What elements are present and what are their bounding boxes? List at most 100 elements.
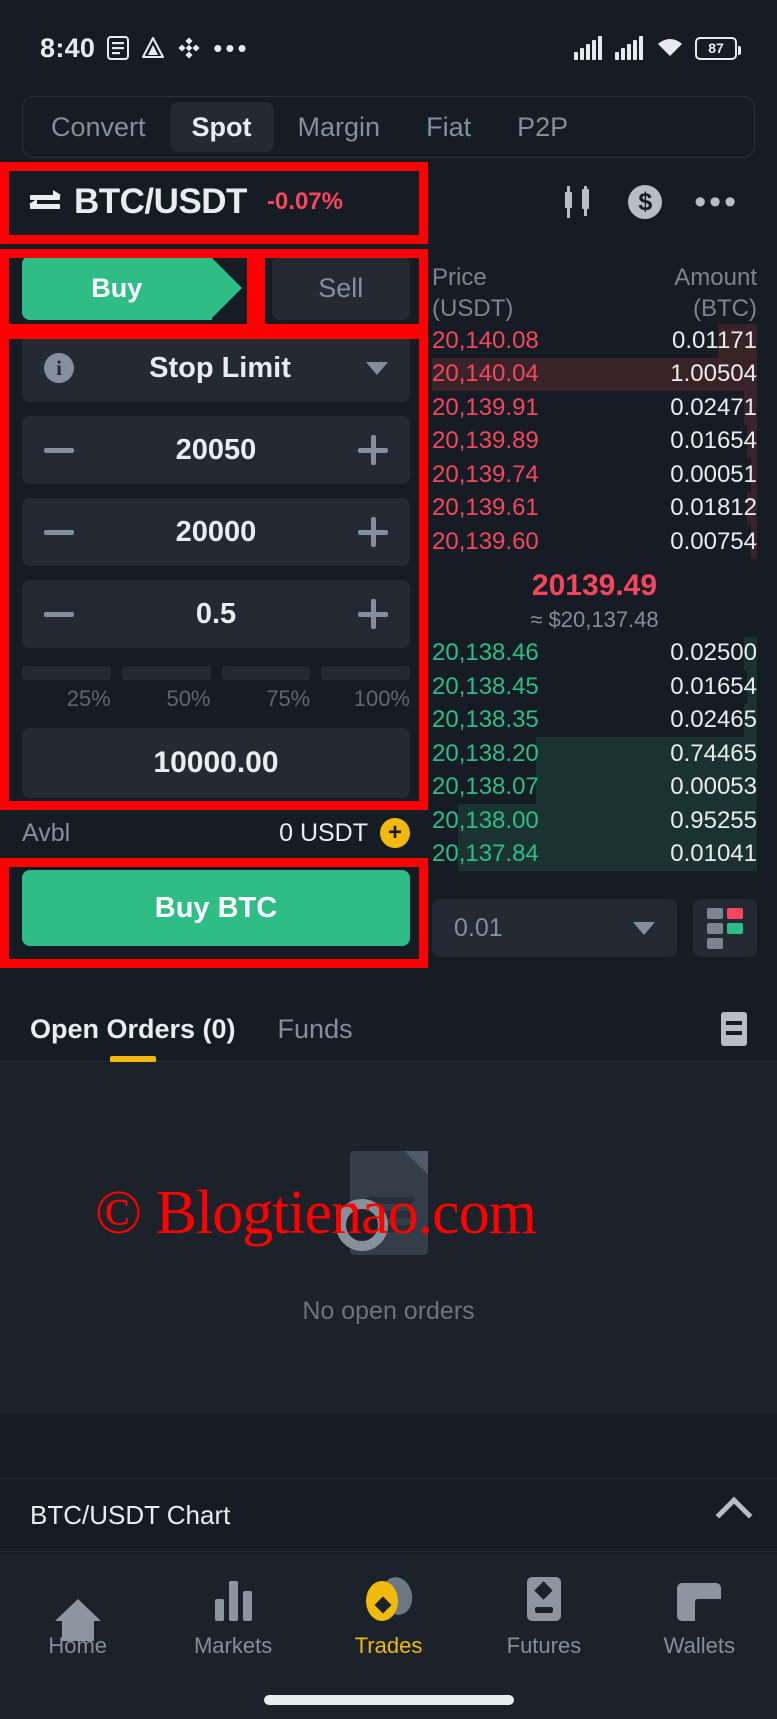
percent-option-100[interactable]: 100%	[321, 666, 410, 712]
sell-tab[interactable]: Sell	[271, 256, 410, 320]
add-funds-icon[interactable]: +	[380, 818, 410, 848]
order-book-price-header: Price (USDT)	[432, 264, 514, 322]
percent-label: 100%	[353, 686, 410, 711]
drive-icon	[141, 36, 165, 60]
tab-margin[interactable]: Margin	[276, 102, 403, 152]
amount-increment[interactable]	[358, 599, 388, 629]
percent-slider: 25% 50% 75% 100%	[22, 666, 410, 712]
tab-p2p[interactable]: P2P	[495, 102, 590, 152]
nav-markets[interactable]: Markets	[155, 1575, 310, 1659]
order-book-row[interactable]: 20,137.84 0.01041	[432, 837, 757, 871]
buy-tab[interactable]: Buy	[22, 256, 242, 320]
order-book-row[interactable]: 20,139.74 0.00051	[432, 458, 757, 492]
wifi-icon	[656, 36, 684, 60]
dollar-icon[interactable]: $	[628, 185, 663, 219]
stop-price-field[interactable]: 20050	[22, 416, 410, 484]
available-value: 0 USDT	[279, 818, 368, 847]
order-book-row[interactable]: 20,139.61 0.01812	[432, 491, 757, 525]
notes-icon	[107, 36, 130, 60]
status-overflow-dots-icon: •••	[213, 33, 250, 63]
limit-price-value[interactable]: 20000	[74, 516, 358, 549]
pair-change: -0.07%	[266, 188, 343, 215]
chart-row-label: BTC/USDT Chart	[30, 1499, 231, 1530]
stop-price-decrement[interactable]	[44, 447, 74, 453]
percent-option-75[interactable]: 75%	[221, 666, 311, 712]
limit-price-field[interactable]: 20000	[22, 498, 410, 566]
order-panel: Buy Sell i Stop Limit 20050 20000 0.5 25…	[0, 246, 432, 957]
order-book-row[interactable]: 20,138.35 0.02465	[432, 703, 757, 737]
percent-label: 25%	[66, 686, 111, 711]
nav-futures[interactable]: Futures	[466, 1575, 621, 1659]
tab-spot[interactable]: Spot	[169, 102, 274, 152]
watermark: © Blogtienao.com	[95, 1178, 537, 1249]
order-history-icon[interactable]	[721, 1012, 747, 1046]
limit-price-decrement[interactable]	[44, 529, 74, 535]
tab-convert[interactable]: Convert	[29, 102, 168, 152]
mid-price: 20139.49	[531, 568, 658, 602]
pair-header-actions: $ •••	[562, 185, 747, 219]
order-book-row[interactable]: 20,138.07 0.00053	[432, 770, 757, 804]
nav-trades[interactable]: Trades	[311, 1574, 466, 1659]
wallet-icon	[677, 1575, 722, 1621]
chevron-down-icon	[633, 921, 655, 935]
pair-name[interactable]: BTC/USDT	[74, 182, 247, 222]
available-label: Avbl	[22, 818, 71, 847]
order-book-row[interactable]: 20,139.89 0.01654	[432, 424, 757, 458]
status-bar-left: 8:40 •••	[40, 33, 250, 64]
order-book-row[interactable]: 20,139.91 0.02471	[432, 391, 757, 425]
total-field[interactable]: 10000.00	[22, 728, 410, 798]
depth-layout-icon	[707, 907, 743, 949]
amount-decrement[interactable]	[44, 611, 74, 617]
mid-price-block: 20139.49 ≈ $20,137.48	[432, 559, 757, 637]
limit-price-increment[interactable]	[358, 517, 388, 547]
order-book-row[interactable]: 20,140.04 1.00504	[432, 357, 757, 391]
signal-icon	[574, 36, 604, 60]
tick-size-value: 0.01	[454, 913, 503, 942]
status-bar-right: 87	[574, 36, 741, 60]
tick-size-select[interactable]: 0.01	[432, 899, 677, 957]
side-tabs: Buy Sell	[22, 246, 410, 320]
candlestick-icon[interactable]	[562, 186, 596, 218]
order-book: Price (USDT) Amount (BTC) 20,140.08 0.011…	[432, 246, 777, 957]
nav-wallets[interactable]: Wallets	[622, 1575, 777, 1659]
tab-funds[interactable]: Funds	[278, 1014, 353, 1045]
top-tab-wrapper: Convert Spot Margin Fiat P2P	[0, 96, 777, 158]
percent-bar	[321, 666, 410, 680]
stop-price-value[interactable]: 20050	[74, 434, 358, 467]
chart-collapse-row[interactable]: BTC/USDT Chart	[0, 1478, 777, 1552]
nav-label: Wallets	[663, 1633, 735, 1658]
mid-price-usd: ≈ $20,137.48	[530, 606, 659, 632]
order-book-row[interactable]: 20,138.46 0.02500	[432, 636, 757, 670]
nav-home[interactable]: Home	[0, 1575, 155, 1659]
nav-label: Futures	[506, 1633, 582, 1658]
order-book-amount-header: Amount (BTC)	[674, 264, 757, 322]
more-options-icon[interactable]: •••	[694, 185, 739, 219]
nav-label: Trades	[354, 1633, 423, 1658]
tab-fiat[interactable]: Fiat	[404, 102, 493, 152]
percent-option-25[interactable]: 25%	[22, 666, 111, 712]
depth-layout-button[interactable]	[693, 899, 757, 957]
tab-open-orders[interactable]: Open Orders (0)	[30, 1014, 236, 1045]
order-type-selector[interactable]: i Stop Limit	[22, 334, 410, 402]
percent-label: 50%	[166, 686, 211, 711]
swap-icon[interactable]	[29, 190, 61, 209]
order-book-row[interactable]: 20,138.00 0.95255	[432, 804, 757, 838]
info-icon[interactable]: i	[44, 353, 74, 383]
buy-btc-button[interactable]: Buy BTC	[22, 870, 410, 946]
order-book-row[interactable]: 20,138.20 0.74465	[432, 737, 757, 771]
orders-tabs: Open Orders (0) Funds	[0, 997, 777, 1061]
stop-price-increment[interactable]	[358, 435, 388, 465]
bars-icon	[214, 1575, 252, 1621]
battery-icon: 87	[695, 36, 741, 60]
order-book-row[interactable]: 20,140.08 0.01171	[432, 324, 757, 358]
amount-field[interactable]: 0.5	[22, 580, 410, 648]
order-book-row[interactable]: 20,138.45 0.01654	[432, 670, 757, 704]
copyright-icon: ©	[95, 1179, 142, 1247]
main-content: Buy Sell i Stop Limit 20050 20000 0.5 25…	[0, 246, 777, 957]
chevron-up-icon[interactable]	[715, 1496, 753, 1534]
percent-option-50[interactable]: 50%	[121, 666, 211, 712]
percent-label: 75%	[266, 686, 311, 711]
order-book-row[interactable]: 20,139.60 0.00754	[432, 525, 757, 559]
amount-value[interactable]: 0.5	[74, 598, 358, 631]
pair-header: BTC/USDT -0.07% $ •••	[0, 158, 777, 246]
